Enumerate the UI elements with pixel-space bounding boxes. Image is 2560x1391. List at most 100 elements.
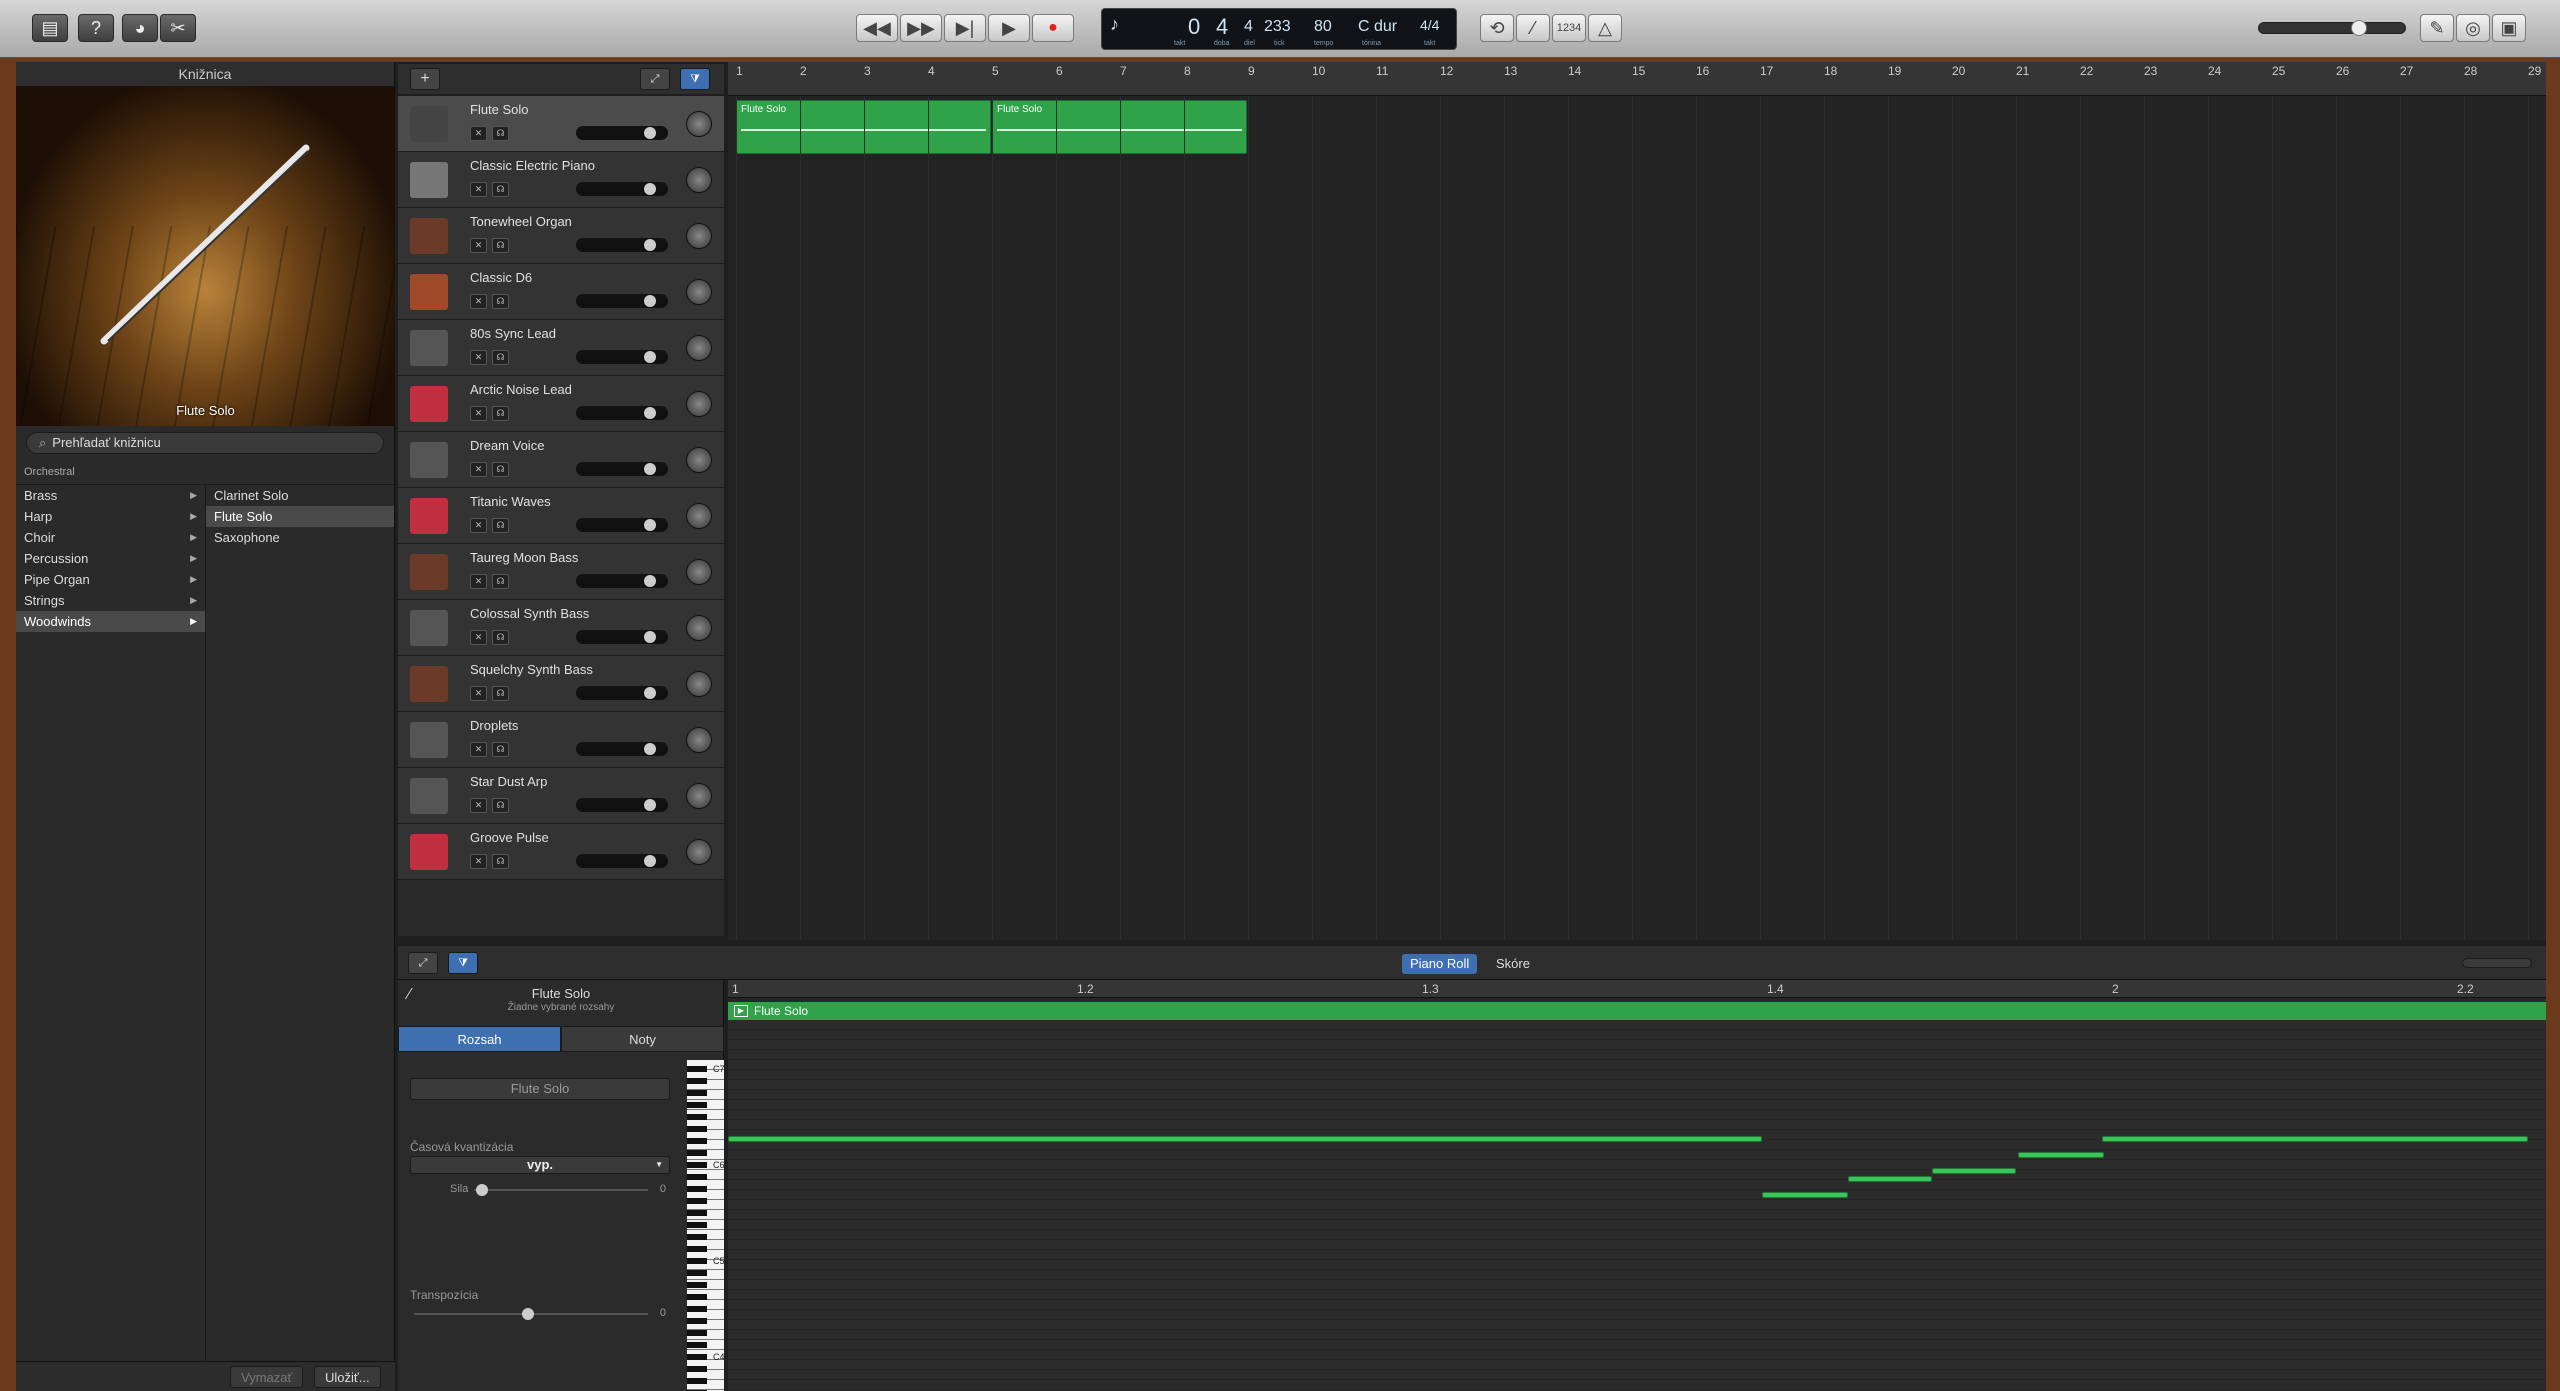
track-volume-slider[interactable]: [576, 182, 668, 196]
pan-knob[interactable]: [686, 671, 712, 697]
transpose-knob[interactable]: [522, 1308, 534, 1320]
black-key[interactable]: [687, 1162, 707, 1168]
track-volume-slider[interactable]: [576, 406, 668, 420]
strength-knob[interactable]: [476, 1184, 488, 1196]
black-key[interactable]: [687, 1210, 707, 1216]
category-item-strings[interactable]: Strings ▶: [16, 590, 205, 611]
black-key[interactable]: [687, 1198, 707, 1204]
midi-note[interactable]: [1762, 1192, 1848, 1198]
category-item-brass[interactable]: Brass ▶: [16, 485, 205, 506]
fader-knob[interactable]: [644, 575, 656, 587]
mute-button[interactable]: ✕: [470, 462, 487, 477]
black-key[interactable]: [687, 1078, 707, 1084]
fader-knob[interactable]: [644, 799, 656, 811]
headphones-button[interactable]: ☊: [492, 574, 509, 589]
tuner-button[interactable]: ⁄: [1516, 14, 1550, 42]
track-header[interactable]: Colossal Synth Bass ✕ ☊: [398, 600, 724, 656]
add-track-button[interactable]: +: [410, 68, 440, 90]
headphones-button[interactable]: ☊: [492, 854, 509, 869]
count-in-button[interactable]: 1234: [1552, 14, 1586, 42]
black-key[interactable]: [687, 1090, 707, 1096]
track-volume-slider[interactable]: [576, 518, 668, 532]
mute-button[interactable]: ✕: [470, 574, 487, 589]
black-key[interactable]: [687, 1342, 707, 1348]
master-volume-slider[interactable]: [2258, 20, 2406, 36]
pan-knob[interactable]: [686, 503, 712, 529]
headphones-button[interactable]: ☊: [492, 798, 509, 813]
headphones-button[interactable]: ☊: [492, 462, 509, 477]
track-volume-slider[interactable]: [576, 294, 668, 308]
track-header[interactable]: Arctic Noise Lead ✕ ☊: [398, 376, 724, 432]
black-key[interactable]: [687, 1330, 707, 1336]
lcd-display[interactable]: ♪ 0 takt 4 doba 4 diel 233 tick 80 tempo…: [1101, 8, 1457, 50]
pan-knob[interactable]: [686, 279, 712, 305]
track-volume-slider[interactable]: [576, 686, 668, 700]
piano-roll[interactable]: 1 1.2 1.3 1.4 2 2.2 Flute Solo ▶: [728, 980, 2546, 1391]
track-header[interactable]: Tonewheel Organ ✕ ☊: [398, 208, 724, 264]
library-breadcrumb[interactable]: Orchestral: [16, 460, 394, 485]
tracks-area[interactable]: 1 2 3 4 5 6 7 8 9 10 11 12 13 14 15 16 17 18 19 20 21 22 23 24 2…: [728, 62, 2546, 940]
tab-notes[interactable]: Noty: [561, 1026, 724, 1052]
piano-keyboard[interactable]: C7 C6 C5 C4: [687, 1060, 725, 1391]
automation-button[interactable]: ⤢: [640, 68, 670, 90]
track-header[interactable]: 80s Sync Lead ✕ ☊: [398, 320, 724, 376]
loop-browser-button[interactable]: ◎: [2456, 14, 2490, 42]
fader-knob[interactable]: [644, 295, 656, 307]
black-key[interactable]: [687, 1174, 707, 1180]
mute-button[interactable]: ✕: [470, 518, 487, 533]
catch-button[interactable]: ⧩: [680, 68, 710, 90]
pan-knob[interactable]: [686, 615, 712, 641]
pan-knob[interactable]: [686, 783, 712, 809]
track-volume-slider[interactable]: [576, 854, 668, 868]
category-item-harp[interactable]: Harp ▶: [16, 506, 205, 527]
track-volume-slider[interactable]: [576, 350, 668, 364]
headphones-button[interactable]: ☊: [492, 630, 509, 645]
black-key[interactable]: [687, 1246, 707, 1252]
fader-knob[interactable]: [644, 463, 656, 475]
play-button[interactable]: ▶: [988, 14, 1030, 42]
headphones-button[interactable]: ☊: [492, 238, 509, 253]
track-volume-slider[interactable]: [576, 630, 668, 644]
strength-slider[interactable]: Sila 0: [410, 1180, 670, 1200]
mute-button[interactable]: ✕: [470, 126, 487, 141]
library-search-input[interactable]: ⌕ Prehľadať knižnicu: [26, 432, 384, 454]
mute-button[interactable]: ✕: [470, 854, 487, 869]
track-header[interactable]: Titanic Waves ✕ ☊: [398, 488, 724, 544]
pan-knob[interactable]: [686, 559, 712, 585]
pan-knob[interactable]: [686, 167, 712, 193]
tab-score[interactable]: Skóre: [1488, 954, 1538, 974]
black-key[interactable]: [687, 1222, 707, 1228]
track-header[interactable]: Classic Electric Piano ✕ ☊: [398, 152, 724, 208]
black-key[interactable]: [687, 1102, 707, 1108]
save-button[interactable]: Uložiť...: [314, 1366, 381, 1388]
library-button[interactable]: ▤: [32, 14, 68, 42]
midi-note[interactable]: [1848, 1176, 1932, 1182]
preset-item-saxophone[interactable]: Saxophone: [206, 527, 394, 548]
track-header[interactable]: Squelchy Synth Bass ✕ ☊: [398, 656, 724, 712]
tab-region[interactable]: Rozsah: [398, 1026, 561, 1052]
fader-knob[interactable]: [644, 855, 656, 867]
midi-note[interactable]: [728, 1136, 1762, 1142]
transpose-slider[interactable]: 0: [410, 1304, 670, 1324]
track-volume-slider[interactable]: [576, 798, 668, 812]
headphones-button[interactable]: ☊: [492, 686, 509, 701]
track-header[interactable]: Star Dust Arp ✕ ☊: [398, 768, 724, 824]
pan-knob[interactable]: [686, 447, 712, 473]
preset-item-flute-solo[interactable]: Flute Solo: [206, 506, 394, 527]
category-item-pipe-organ[interactable]: Pipe Organ ▶: [16, 569, 205, 590]
black-key[interactable]: [687, 1186, 707, 1192]
pan-knob[interactable]: [686, 727, 712, 753]
pan-knob[interactable]: [686, 111, 712, 137]
headphones-button[interactable]: ☊: [492, 126, 509, 141]
track-header[interactable]: Flute Solo ✕ ☊: [398, 96, 724, 152]
headphones-button[interactable]: ☊: [492, 350, 509, 365]
black-key[interactable]: [687, 1378, 707, 1384]
fader-knob[interactable]: [644, 351, 656, 363]
track-volume-slider[interactable]: [576, 126, 668, 140]
fader-knob[interactable]: [644, 519, 656, 531]
category-item-percussion[interactable]: Percussion ▶: [16, 548, 205, 569]
headphones-button[interactable]: ☊: [492, 518, 509, 533]
tab-piano-roll[interactable]: Piano Roll: [1402, 954, 1478, 974]
midi-note[interactable]: [1932, 1168, 2016, 1174]
media-browser-button[interactable]: ▣: [2492, 14, 2526, 42]
